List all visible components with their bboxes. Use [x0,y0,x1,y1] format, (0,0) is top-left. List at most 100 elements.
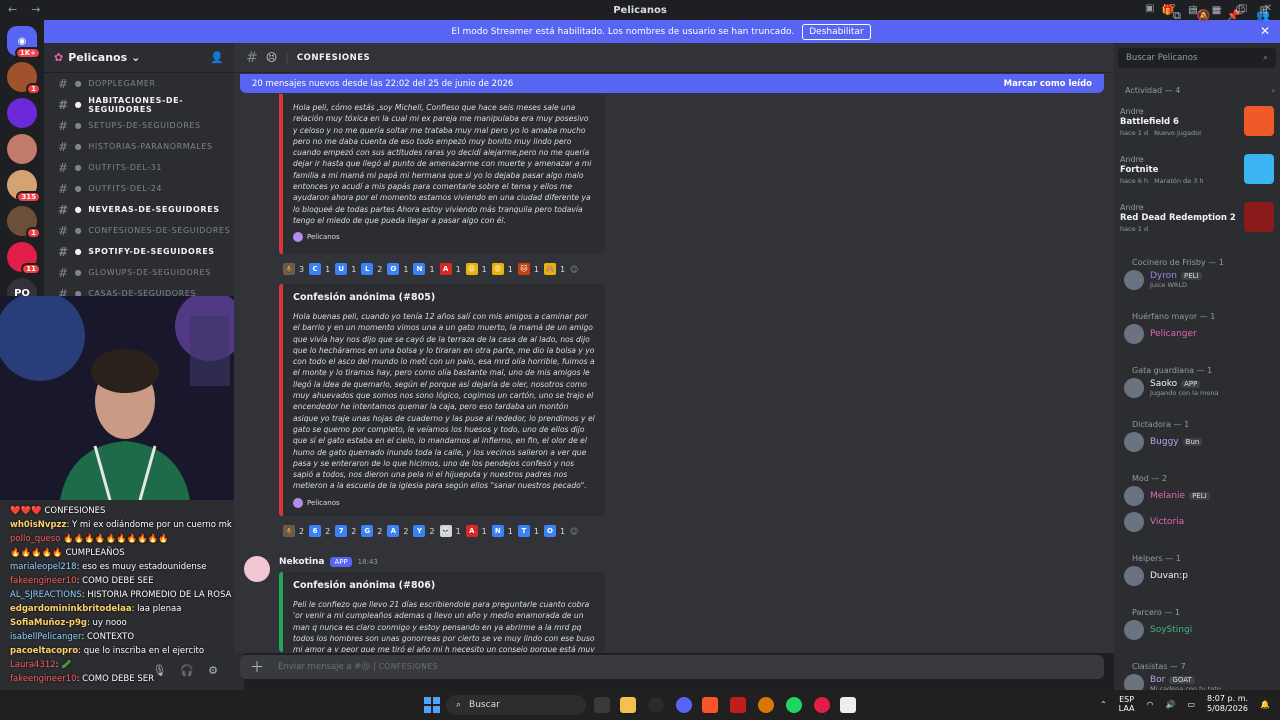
channel-item[interactable]: # ● habitaciones-de-seguidores [44,94,234,115]
member-item[interactable]: Duvan:p [1124,566,1188,586]
add-member-icon[interactable]: 👤 [210,51,224,64]
reaction[interactable]: 💀 1 [439,524,461,538]
reaction[interactable]: 🐱 1 [517,262,539,276]
member-item[interactable]: Melanie PELI [1124,486,1210,506]
reaction[interactable]: Y2 [413,524,435,538]
member-item[interactable]: Pelicanger [1124,324,1197,344]
channel-item[interactable]: # ● confesiones-de-seguidores [44,220,234,241]
language-indicator[interactable]: ESP LAA [1119,695,1135,713]
new-messages-bar[interactable]: 20 mensajes nuevos desde las 22:02 del 2… [240,74,1104,93]
battery-icon[interactable]: ▭ [1187,700,1195,709]
channel-item[interactable]: # ● outfits-del-31 [44,157,234,178]
reaction[interactable]: 😩 1 [465,262,487,276]
channel-item[interactable]: # ● spotify-de-seguidores [44,241,234,262]
composer-placeholder[interactable]: Enviar mensaje a #😣 | CONFESIONES [278,662,438,672]
activity-header[interactable]: Actividad — 4 › [1125,86,1275,95]
activity-card[interactable]: Andre Battlefield 6 hace 1 d Nuevo jugador [1120,106,1274,148]
reaction[interactable]: 72 [335,524,356,538]
avatar [1124,378,1144,398]
channel-item[interactable]: # ● doppleGamer [44,73,234,94]
server-icon[interactable] [7,98,37,128]
message-composer[interactable]: ＋ Enviar mensaje a #😣 | CONFESIONES [240,655,1104,679]
author-name[interactable]: Nekotina [279,557,324,567]
channel-item[interactable]: # ● glowups-de-seguidores [44,262,234,283]
apps-icon[interactable]: ⊞ [1260,5,1268,16]
server-icon[interactable]: 11 [7,242,41,275]
reaction[interactable]: T1 [517,524,539,538]
guild-header[interactable]: ✿ Pelicanos ⌄ 👤 [44,43,234,73]
file-explorer-icon[interactable] [620,697,636,713]
app-icon[interactable] [730,697,746,713]
add-reaction-icon[interactable]: ☺ [570,262,578,276]
inbox-icon[interactable]: ▣ [1145,3,1154,14]
reaction[interactable]: 🙈 1 [543,262,565,276]
server-icon[interactable]: 315 [7,170,41,203]
taskbar-search[interactable]: ⌕ Buscar [446,695,586,715]
channel-item[interactable]: # ● neveras-de-seguidores [44,199,234,220]
reaction[interactable]: A1 [465,524,487,538]
server-badge: 1 [26,227,41,239]
reaction[interactable]: A1 [439,262,461,276]
chevron-up-icon[interactable]: ⌃ [1100,700,1107,709]
close-banner-icon[interactable]: ✕ [1260,24,1270,38]
windows-start-icon[interactable] [424,697,440,713]
server-icon[interactable]: 1 [7,62,41,95]
member-item[interactable]: Dyron PELI Juice WRLD [1124,270,1202,290]
member-item[interactable]: Buggy Bun [1124,432,1203,452]
sticker-icon[interactable]: ▦ [1212,5,1221,16]
mark-as-read-button[interactable]: Marcar como leído [1004,79,1092,89]
wifi-icon[interactable]: ◠ [1146,700,1153,709]
reaction[interactable]: A2 [387,524,408,538]
emoji-icon[interactable]: ☺ [1235,5,1245,16]
member-status: Jugando con la mona [1150,389,1219,397]
app-icon[interactable] [840,697,856,713]
reaction[interactable]: O1 [387,262,408,276]
app-icon[interactable] [814,697,830,713]
server-home[interactable]: ◉ 1K+ [7,26,41,59]
reaction-count: 1 [507,264,513,274]
disable-streamer-button[interactable]: Deshabilitar [802,23,871,40]
reaction[interactable]: L2 [361,262,382,276]
spotify-icon[interactable] [786,697,802,713]
reaction[interactable]: O1 [543,524,565,538]
reaction[interactable]: N1 [491,524,513,538]
channel-item[interactable]: # ● outfits-del-24 [44,178,234,199]
server-icon[interactable] [7,134,37,164]
avatar [1124,620,1144,640]
reaction[interactable]: 🧍 3 [283,262,304,276]
reaction[interactable]: U1 [335,262,356,276]
reaction[interactable]: 🧍 2 [283,524,304,538]
member-item[interactable]: Saoko APP Jugando con la mona [1124,378,1218,398]
volume-icon[interactable]: 🔊 [1165,700,1175,709]
reaction[interactable]: 62 [309,524,330,538]
add-reaction-icon[interactable]: ☺ [570,524,578,538]
reaction[interactable]: G2 [361,524,382,538]
channel-item[interactable]: # ● historias-paranormales [44,136,234,157]
gif-icon[interactable]: ▤ [1188,5,1197,16]
activity-card[interactable]: Andre Red Dead Redemption 2 hace 1 d [1120,202,1274,244]
member-item[interactable]: Victoria [1124,512,1184,532]
gift-icon[interactable]: 🎁 [1162,5,1174,16]
settings-gear-icon[interactable]: ⚙ [208,664,218,677]
task-view-icon[interactable] [594,697,610,713]
channel-item[interactable]: # ● setups-de-seguidores [44,115,234,136]
avatar[interactable] [244,556,270,582]
activity-card[interactable]: Andre Fortnite hace 6 h Maratón de 3 h [1120,154,1274,196]
app-icon[interactable] [648,697,664,713]
brave-browser-icon[interactable] [702,697,718,713]
reaction[interactable]: 😣 1 [491,262,513,276]
clock[interactable]: 8:07 p. m. 5/08/2026 [1207,694,1248,714]
forward-arrow-icon[interactable]: → [31,3,40,16]
member-search-input[interactable]: Buscar Pelicanos ⌕ [1118,48,1276,68]
discord-taskbar-icon[interactable] [676,697,692,713]
reaction[interactable]: C1 [309,262,330,276]
add-attachment-icon[interactable]: ＋ [250,657,264,677]
server-icon[interactable]: 1 [7,206,41,239]
notifications-icon[interactable]: 🔔 [1260,700,1270,709]
microphone-icon[interactable]: 🎙 [152,664,166,677]
back-arrow-icon[interactable]: ← [8,3,17,16]
member-item[interactable]: SoyStingi [1124,620,1192,640]
obs-icon[interactable] [758,697,774,713]
headphones-icon[interactable]: 🎧 [180,664,194,677]
reaction[interactable]: N1 [413,262,435,276]
